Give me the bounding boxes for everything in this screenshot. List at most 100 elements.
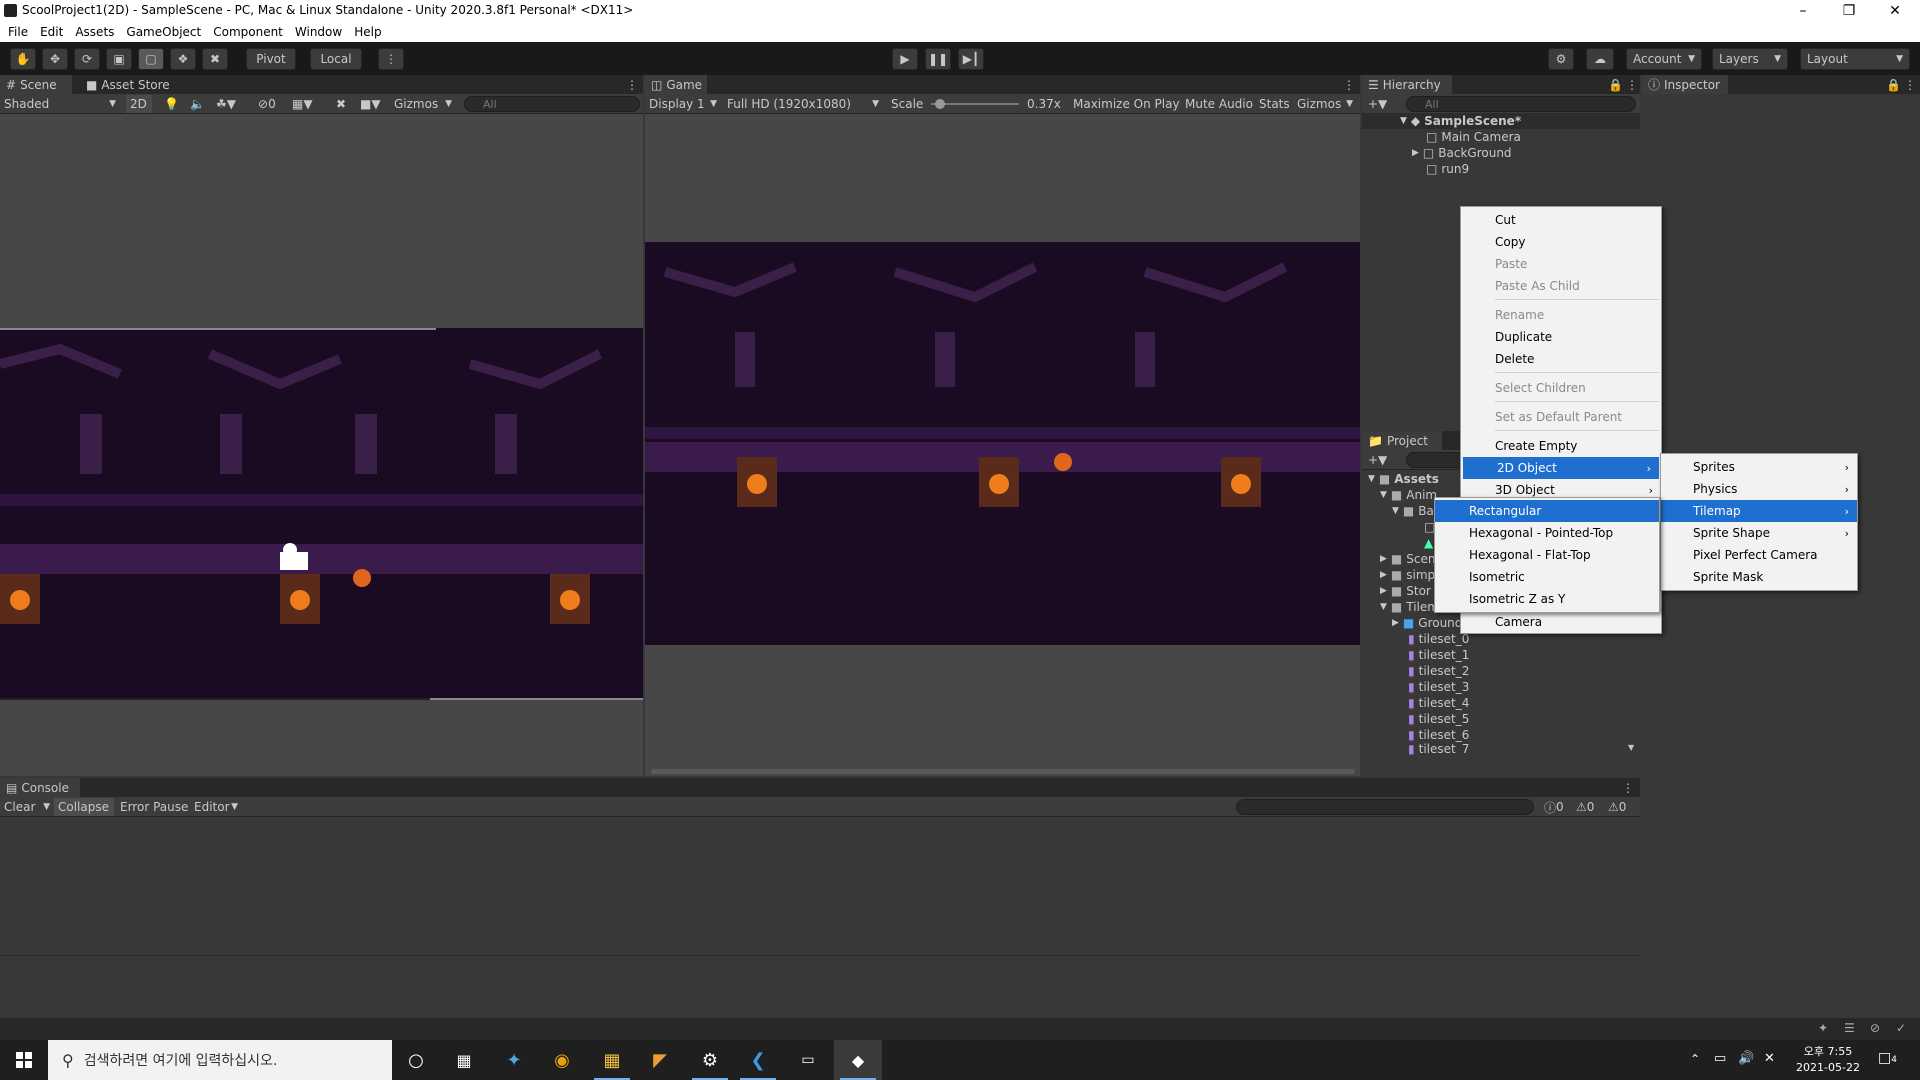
menu-assets[interactable]: Assets: [75, 25, 114, 39]
add-object-button[interactable]: +▼: [1364, 95, 1394, 113]
lock-icon[interactable]: 🔒: [1880, 75, 1901, 94]
resolution-dropdown[interactable]: Full HD (1920x1080) ▼: [723, 95, 883, 113]
folder-row[interactable]: ▼ ■ Anim: [1362, 487, 1437, 503]
menu-item-cut[interactable]: Cut: [1461, 209, 1661, 231]
debug-icon[interactable]: ✦: [1818, 1021, 1828, 1035]
chrome-icon[interactable]: ◉: [538, 1040, 586, 1080]
volume-icon[interactable]: 🔊: [1738, 1051, 1754, 1066]
gizmos-dropdown[interactable]: Gizmos ▼: [390, 95, 456, 113]
menu-item-sprites[interactable]: Sprites ›: [1661, 456, 1857, 478]
tab-inspector[interactable]: ⓘ Inspector: [1642, 75, 1728, 94]
menu-item-isometric[interactable]: Isometric: [1435, 566, 1659, 588]
tab-scene[interactable]: # Scene: [0, 75, 72, 94]
menu-gameobject[interactable]: GameObject: [126, 25, 201, 39]
cloud-icon[interactable]: ☁: [1586, 48, 1614, 70]
menu-item-paste[interactable]: Paste: [1461, 253, 1661, 275]
menu-edit[interactable]: Edit: [40, 25, 63, 39]
maximize-on-play-toggle[interactable]: Maximize On Play: [1069, 95, 1181, 113]
collapse-toggle[interactable]: Collapse: [54, 798, 114, 816]
warning-count-toggle[interactable]: ⚠ 0: [1572, 798, 1602, 816]
menu-file[interactable]: File: [8, 25, 28, 39]
db-icon[interactable]: ☰: [1844, 1021, 1855, 1035]
menu-component[interactable]: Component: [213, 25, 283, 39]
lighting-icon[interactable]: 💡: [160, 95, 180, 113]
assets-root[interactable]: ▼ ■ Assets: [1362, 471, 1439, 487]
panel-menu-icon[interactable]: ⋮: [1616, 778, 1636, 797]
error-pause-toggle[interactable]: Error Pause: [116, 798, 190, 816]
hand-tool-icon[interactable]: ✋: [10, 48, 36, 70]
notification-icon[interactable]: □4: [1878, 1050, 1897, 1066]
asset-row[interactable]: ▲: [1362, 535, 1433, 551]
folder-row[interactable]: ▶ ■ Scen: [1362, 551, 1435, 567]
shading-mode-dropdown[interactable]: Shaded ▼: [0, 95, 120, 113]
clock[interactable]: 오후 7:55 2021-05-22: [1790, 1044, 1866, 1076]
tab-project[interactable]: 📁 Project: [1362, 431, 1442, 450]
menu-item-copy[interactable]: Copy: [1461, 231, 1661, 253]
tile-asset-row[interactable]: ▮ tileset_7: [1362, 743, 1469, 755]
panel-menu-icon[interactable]: ⋮: [1620, 75, 1638, 94]
tile-asset-row[interactable]: ▮ tileset_3: [1362, 679, 1469, 695]
tab-hierarchy[interactable]: ☰ Hierarchy: [1362, 75, 1452, 94]
minimize-icon[interactable]: –: [1780, 0, 1826, 22]
menu-item-tilemap[interactable]: Tilemap ›: [1661, 500, 1857, 522]
editor-dropdown[interactable]: Editor ▼: [190, 798, 240, 816]
panel-menu-icon[interactable]: ⋮: [1337, 75, 1357, 94]
hierarchy-item[interactable]: □ Main Camera: [1362, 129, 1521, 145]
error-count-toggle[interactable]: ⚠ 0: [1604, 798, 1634, 816]
move-tool-icon[interactable]: ✥: [42, 48, 68, 70]
windows-start-icon[interactable]: [0, 1040, 48, 1080]
hierarchy-search-input[interactable]: All: [1406, 96, 1636, 112]
menu-item-set-default-parent[interactable]: Set as Default Parent: [1461, 406, 1661, 428]
file-explorer-icon[interactable]: ▦: [588, 1040, 636, 1080]
folder-row[interactable]: ▼ ■ Ba: [1362, 503, 1434, 519]
menu-item-delete[interactable]: Delete: [1461, 348, 1661, 370]
menu-item-2d-object[interactable]: 2D Object ›: [1463, 457, 1659, 479]
asset-row[interactable]: □: [1362, 519, 1435, 535]
log-count-toggle[interactable]: ⓘ 0: [1540, 798, 1570, 816]
terminal-icon[interactable]: ▭: [784, 1040, 832, 1080]
toggle-2d-button[interactable]: 2D: [126, 95, 152, 113]
account-dropdown[interactable]: Account ▼: [1626, 48, 1702, 70]
panel-menu-icon[interactable]: ⋮: [620, 75, 640, 94]
grid-icon[interactable]: ▦▼: [288, 95, 324, 113]
network-icon[interactable]: ▭: [1714, 1051, 1726, 1066]
game-horizontal-scrollbar[interactable]: [651, 769, 1355, 774]
app-icon[interactable]: ◤: [636, 1040, 684, 1080]
menu-item-camera[interactable]: Camera: [1461, 611, 1661, 633]
network-icon[interactable]: ⊘: [1870, 1021, 1880, 1035]
menu-item-hexagonal-flat-top[interactable]: Hexagonal - Flat-Top: [1435, 544, 1659, 566]
close-icon[interactable]: ✕: [1872, 0, 1918, 22]
gizmos-dropdown[interactable]: Gizmos ▼: [1293, 95, 1357, 113]
mute-audio-toggle[interactable]: Mute Audio: [1181, 95, 1255, 113]
check-icon[interactable]: ✓: [1896, 1021, 1906, 1035]
menu-item-duplicate[interactable]: Duplicate: [1461, 326, 1661, 348]
panel-menu-icon[interactable]: ⋮: [1898, 75, 1916, 94]
tile-asset-row[interactable]: ▮ tileset_4: [1362, 695, 1469, 711]
game-viewport[interactable]: [645, 242, 1360, 645]
pivot-toggle[interactable]: Pivot: [246, 48, 296, 70]
menu-item-rectangular[interactable]: Rectangular: [1435, 500, 1659, 522]
hierarchy-item[interactable]: ▶ □ BackGround: [1362, 145, 1512, 161]
folder-row[interactable]: ▼ ■ Tilem: [1362, 599, 1439, 615]
menu-item-create-empty[interactable]: Create Empty: [1461, 435, 1661, 457]
local-toggle[interactable]: Local: [310, 48, 362, 70]
project-search-input[interactable]: [1406, 452, 1466, 468]
rect-tool-icon[interactable]: ▢: [138, 48, 164, 70]
scale-slider-thumb[interactable]: [934, 99, 945, 109]
lock-icon[interactable]: 🔒: [1602, 75, 1623, 94]
prefab-row[interactable]: ▶ ■ Ground: [1362, 615, 1462, 631]
tile-asset-row[interactable]: ▮ tileset_2: [1362, 663, 1469, 679]
menu-item-sprite-shape[interactable]: Sprite Shape ›: [1661, 522, 1857, 544]
tile-asset-row[interactable]: ▮ tileset_0: [1362, 631, 1469, 647]
stats-toggle[interactable]: Stats: [1255, 95, 1293, 113]
rotate-tool-icon[interactable]: ⟳: [74, 48, 100, 70]
pause-icon[interactable]: ❚❚: [925, 48, 951, 70]
menu-help[interactable]: Help: [354, 25, 381, 39]
play-icon[interactable]: ▶: [892, 48, 918, 70]
tile-asset-row[interactable]: ▮ tileset_5: [1362, 711, 1469, 727]
menu-item-rename[interactable]: Rename: [1461, 304, 1661, 326]
unity-taskbar-icon[interactable]: ◆: [834, 1040, 882, 1080]
bird-app-icon[interactable]: ✦: [490, 1040, 538, 1080]
scroll-down-icon[interactable]: ▼: [1628, 743, 1634, 752]
taskbar-search-input[interactable]: ⚲ 검색하려면 여기에 입력하십시오.: [48, 1040, 392, 1080]
